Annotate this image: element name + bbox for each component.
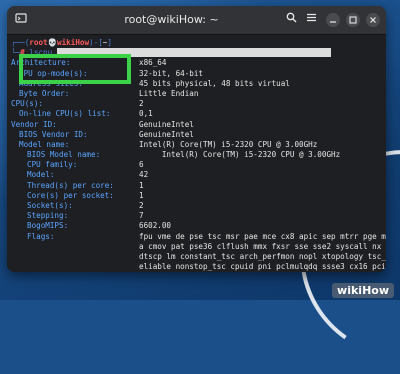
output-key: BogoMIPS: <box>27 221 69 231</box>
prompt-separator: )-[ <box>89 38 103 47</box>
output-row: a cmov pat pse36 clflush mmx fxsr sse ss… <box>11 242 386 252</box>
output-key: On-line CPU(s) list: <box>19 109 111 119</box>
output-row: Stepping: 7 <box>11 211 386 221</box>
output-value: 7 <box>139 211 144 221</box>
watermark-how: How <box>362 284 389 297</box>
output-row: Flags: fpu vme de pse tsc msr pae mce cx8… <box>11 232 386 242</box>
output-value: Intel(R) Core(TM) i5-2320 CPU @ 3.00GHz <box>139 150 341 160</box>
output-key: Thread(s) per core: <box>27 180 114 190</box>
title-bar[interactable]: root@wikiHow: ~ <box>7 6 386 35</box>
output-row: Byte Order: Little Endian <box>11 89 386 99</box>
output-row: Vendor ID: GenuineIntel <box>11 120 386 130</box>
output-value: 2 <box>139 201 144 210</box>
terminal-icon[interactable] <box>13 12 29 28</box>
output-key: Model: <box>27 170 55 180</box>
output-value: GenuineIntel <box>139 129 194 139</box>
maximize-icon[interactable] <box>346 13 360 27</box>
output-value: 42 <box>139 170 149 180</box>
output-value: x86_64 <box>139 58 167 68</box>
output-value: 2 <box>139 99 144 109</box>
output-row: eliable nonstop_tsc cpuid pni pclmulqdq … <box>11 262 386 272</box>
output-row: CPU(s): 2 <box>11 99 386 109</box>
output-row: BIOS Vendor ID: GenuineIntel <box>11 130 386 140</box>
output-row: BogoMIPS: 6602.00 <box>11 221 386 231</box>
highlight-box <box>19 54 131 84</box>
output-value: 1 <box>139 180 144 190</box>
output-row: Model name: Intel(R) Core(TM) i5-2320 CPU… <box>11 140 386 150</box>
output-value: 0,1 <box>139 109 153 119</box>
output-row: On-line CPU(s) list: 0,1 <box>11 109 386 119</box>
output-value: a cmov pat pse36 clflush mmx fxsr sse ss… <box>139 241 386 251</box>
output-key: Socket(s): <box>27 201 73 210</box>
output-value: Little Endian <box>139 88 199 98</box>
output-value: dtscp lm constant_tsc arch_perfmon nopl … <box>139 251 386 261</box>
output-key: Core(s) per socket: <box>27 190 114 200</box>
prompt-line: ┌──(root💀wikiHow)-[~] <box>11 38 386 48</box>
terminal-window[interactable]: root@wikiHow: ~ ┌──(root💀wikiHow)-[~] └─… <box>7 6 386 272</box>
output-value: eliable nonstop_tsc cpuid pni pclmulqdq … <box>139 262 386 272</box>
wikihow-watermark: wikiHow <box>332 283 394 298</box>
output-key: BIOS Model name: <box>27 150 101 160</box>
minimize-icon[interactable] <box>326 13 340 27</box>
output-value: Intel(R) Core(TM) i5-2320 CPU @ 3.00GHz <box>139 139 318 149</box>
output-row: BIOS Model name: Intel(R) Core(TM) i5-23… <box>11 150 386 160</box>
output-key: Vendor ID: <box>11 119 57 129</box>
window-title: root@wikiHow: ~ <box>124 13 219 26</box>
output-key: CPU family: <box>27 160 78 170</box>
output-row: Model: 42 <box>11 170 386 180</box>
prompt-user: root💀wikiHow <box>29 38 90 47</box>
output-key: Stepping: <box>27 211 69 221</box>
hamburger-menu-icon[interactable] <box>303 12 319 28</box>
output-key: Flags: <box>27 231 55 241</box>
close-icon[interactable] <box>366 13 380 27</box>
prompt-bracket: ┌──( <box>11 38 30 47</box>
search-icon[interactable] <box>283 12 299 28</box>
output-key: BIOS Vendor ID: <box>19 129 88 139</box>
output-key: CPU(s): <box>11 99 44 109</box>
output-row: CPU family: 6 <box>11 160 386 170</box>
output-value: 32-bit, 64-bit <box>139 68 204 78</box>
output-key: Byte Order: <box>19 88 70 98</box>
output-value: 6 <box>139 160 144 170</box>
output-value: GenuineIntel <box>139 119 194 129</box>
output-row: Core(s) per socket: 1 <box>11 191 386 201</box>
output-row: Thread(s) per core: 1 <box>11 181 386 191</box>
output-value: fpu vme de pse tsc msr pae mce cx8 apic … <box>139 231 386 241</box>
lscpu-output: Architecture: x86_64 CPU op-mode(s): 32-bit… <box>11 58 386 272</box>
output-value: 6602.00 <box>139 221 172 231</box>
output-value: 45 bits physical, 48 bits virtual <box>139 78 290 88</box>
output-value: 1 <box>139 190 144 200</box>
output-key: Model name: <box>19 139 70 149</box>
output-row: dtscp lm constant_tsc arch_perfmon nopl … <box>11 252 386 262</box>
prompt-bracket-end: ] <box>107 38 112 47</box>
output-row: Socket(s): 2 <box>11 201 386 211</box>
watermark-wiki: wiki <box>337 284 363 297</box>
